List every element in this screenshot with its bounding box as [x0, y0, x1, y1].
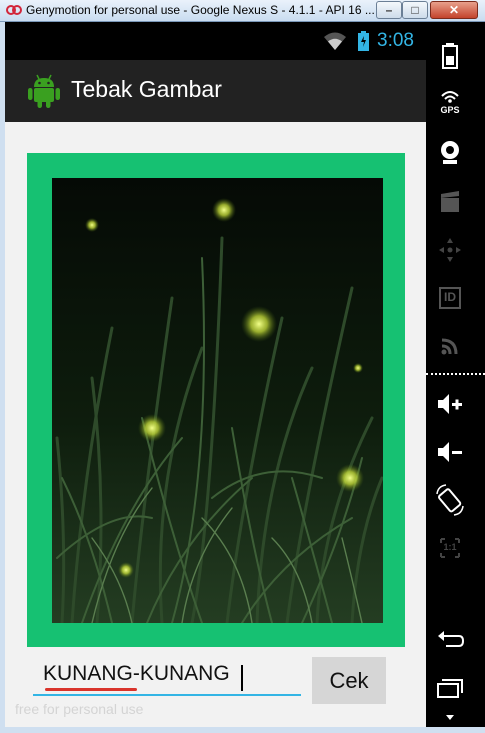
gps-label: GPS	[440, 105, 460, 115]
clapperboard-icon[interactable]	[426, 182, 474, 222]
rotate-icon[interactable]	[426, 480, 474, 520]
minimize-button[interactable]: –	[376, 1, 402, 19]
scroll-down-arrow-icon[interactable]	[426, 707, 474, 727]
pixel-perfect-label: 1:1	[443, 542, 457, 552]
spellcheck-underline	[45, 688, 137, 691]
app-title: Tebak Gambar	[71, 76, 222, 102]
main-content: Cek free for personal use	[5, 122, 426, 727]
gps-icon[interactable]	[426, 82, 474, 122]
id-label: ID	[444, 290, 456, 304]
puzzle-image	[52, 178, 383, 623]
cast-icon[interactable]	[426, 326, 474, 366]
maximize-icon: □	[411, 3, 419, 17]
maximize-button[interactable]: □	[402, 1, 428, 19]
back-icon[interactable]	[426, 620, 474, 660]
window-frame-bottom	[0, 727, 485, 733]
battery-icon	[358, 31, 369, 51]
close-icon: ✕	[448, 3, 460, 17]
clock: 3:08	[377, 30, 414, 51]
minimize-icon: –	[385, 3, 393, 17]
puzzle-image-frame	[27, 153, 405, 647]
battery-icon[interactable]	[426, 34, 474, 74]
dpad-icon[interactable]	[426, 230, 474, 270]
webcam-icon[interactable]	[426, 132, 474, 172]
genymotion-logo-icon	[6, 5, 22, 15]
window-title: Genymotion for personal use - Google Nex…	[26, 3, 375, 17]
watermark: free for personal use	[15, 701, 144, 717]
close-button[interactable]: ✕	[430, 1, 478, 19]
check-button[interactable]: Cek	[312, 657, 386, 704]
recent-apps-icon[interactable]	[426, 668, 474, 708]
action-bar: Tebak Gambar	[5, 60, 426, 122]
volume-down-icon[interactable]	[426, 432, 474, 472]
volume-up-icon[interactable]	[426, 384, 474, 424]
sidebar-divider	[426, 373, 485, 375]
window-titlebar: Genymotion for personal use - Google Nex…	[0, 0, 485, 22]
android-robot-icon	[28, 74, 60, 108]
status-bar: 3:08	[5, 22, 426, 60]
wifi-icon	[324, 32, 346, 50]
text-cursor	[241, 665, 243, 691]
emulator-sidebar: GPS ID 1:1	[426, 22, 485, 727]
fireflies-photo	[52, 178, 383, 623]
